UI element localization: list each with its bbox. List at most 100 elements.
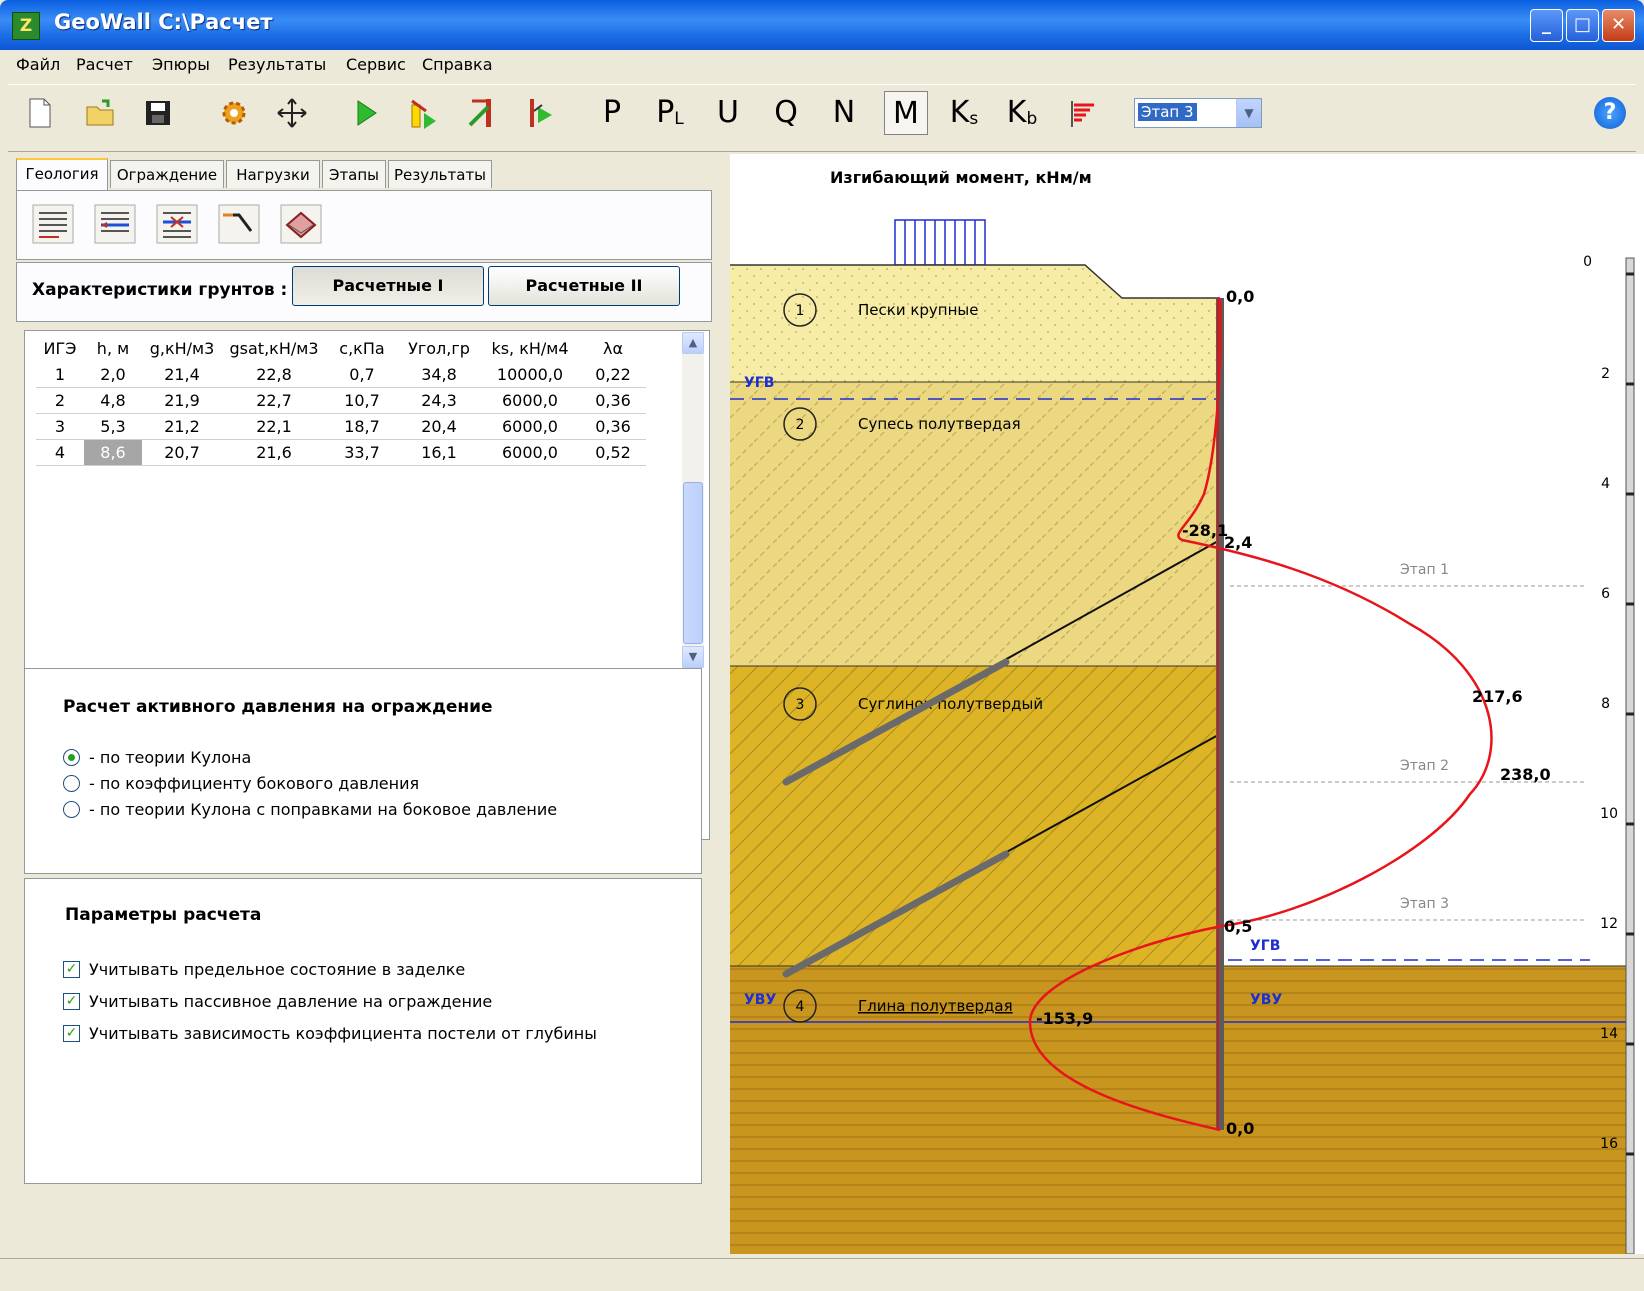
table-row[interactable]: 4 8,6 20,7 21,6 33,7 16,1 6000,0 0,52 — [36, 439, 646, 466]
cell[interactable]: 24,3 — [398, 387, 480, 414]
table-row[interactable]: 1 2,0 21,4 22,8 0,7 34,8 10000,0 0,22 — [36, 362, 646, 388]
col-lambda: λα — [602, 338, 623, 358]
cell[interactable]: 21,2 — [142, 413, 222, 440]
stage-select[interactable]: Этап 3 ▼ — [1134, 98, 1262, 128]
move-button[interactable] — [270, 91, 314, 135]
settings-button[interactable] — [212, 91, 256, 135]
cell[interactable]: 6000,0 — [480, 439, 580, 466]
diagram-pl-button[interactable]: PL — [648, 91, 692, 135]
left-panel: Геология Ограждение Нагрузки Этапы Резул… — [8, 154, 724, 1254]
cell[interactable]: 2,0 — [84, 362, 142, 388]
maximize-button[interactable]: □ — [1566, 9, 1599, 42]
stage-wall-button[interactable] — [518, 91, 562, 135]
cell[interactable]: 6000,0 — [480, 413, 580, 440]
cell[interactable]: 6000,0 — [480, 387, 580, 414]
diagram-chart-button[interactable] — [1062, 91, 1106, 135]
delete-layer-button[interactable] — [155, 203, 199, 245]
cell[interactable]: 21,4 — [142, 362, 222, 388]
cell[interactable]: 10,7 — [326, 387, 398, 414]
cell[interactable]: 20,7 — [142, 439, 222, 466]
new-file-button[interactable] — [18, 91, 62, 135]
cell[interactable]: 0,36 — [580, 387, 646, 414]
scroll-thumb[interactable] — [683, 482, 703, 644]
diagram-kb-sub: b — [1026, 109, 1038, 129]
stage-1-label: Этап 1 — [1400, 562, 1449, 578]
cell[interactable]: 2 — [36, 387, 84, 414]
cell[interactable]: 5,3 — [84, 413, 142, 440]
stage-anchor-button[interactable] — [460, 91, 504, 135]
checkbox-checked-icon[interactable]: ✓ — [63, 961, 80, 978]
radio-off-icon[interactable] — [63, 775, 80, 792]
cell[interactable]: 18,7 — [326, 413, 398, 440]
diagram-m-button[interactable]: M — [884, 91, 928, 135]
table-row[interactable]: 3 5,3 21,2 22,1 18,7 20,4 6000,0 0,36 — [36, 413, 646, 440]
cell[interactable]: 16,1 — [398, 439, 480, 466]
moment-diagram-area[interactable]: Изгибающий момент, кНм/м УГВ УГВ УВУ УВУ… — [730, 154, 1644, 1255]
menu-file[interactable]: Файл — [16, 55, 60, 74]
scroll-up-icon[interactable]: ▲ — [682, 332, 704, 354]
scroll-down-icon[interactable]: ▼ — [682, 646, 704, 668]
moment-label-anchor1-b: 2,4 — [1224, 533, 1252, 552]
cell[interactable]: 10000,0 — [480, 362, 580, 388]
cell[interactable]: 0,36 — [580, 413, 646, 440]
add-layer-below-button[interactable] — [31, 203, 75, 245]
diagram-u-label: U — [717, 95, 739, 130]
help-button[interactable]: ? — [1594, 97, 1626, 129]
tab-geology[interactable]: Геология — [16, 158, 108, 190]
save-button[interactable] — [136, 91, 180, 135]
checkbox-checked-icon[interactable]: ✓ — [63, 993, 80, 1010]
diagram-ks-button[interactable]: Ks — [942, 91, 986, 135]
cell[interactable]: 33,7 — [326, 439, 398, 466]
cell[interactable]: 0,7 — [326, 362, 398, 388]
tab-loads[interactable]: Нагрузки — [226, 160, 320, 188]
table-scrollbar[interactable]: ▲ ▼ — [682, 332, 704, 668]
menu-help[interactable]: Справка — [422, 55, 493, 74]
diagram-n-button[interactable]: N — [822, 91, 866, 135]
diagram-u-button[interactable]: U — [706, 91, 750, 135]
minimize-button[interactable]: _ — [1530, 9, 1563, 42]
cell[interactable]: 4 — [36, 439, 84, 466]
tab-fence[interactable]: Ограждение — [110, 160, 224, 188]
diagram-p-button[interactable]: P — [590, 91, 634, 135]
close-button[interactable]: ✕ — [1602, 9, 1635, 42]
cell[interactable]: 34,8 — [398, 362, 480, 388]
tab-results[interactable]: Результаты — [388, 160, 492, 188]
cell[interactable]: 22,1 — [222, 413, 326, 440]
design-values-2-button[interactable]: Расчетные II — [488, 266, 680, 306]
menu-calc[interactable]: Расчет — [76, 55, 133, 74]
menu-results[interactable]: Результаты — [228, 55, 326, 74]
diagram-q-button[interactable]: Q — [764, 91, 808, 135]
diagram-kb-button[interactable]: Kb — [1000, 91, 1044, 135]
surface-button[interactable] — [217, 203, 261, 245]
radio-off-icon[interactable] — [63, 801, 80, 818]
moment-label-zero-cross: 0,5 — [1224, 917, 1252, 936]
cell[interactable]: 4,8 — [84, 387, 142, 414]
table-row[interactable]: 2 4,8 21,9 22,7 10,7 24,3 6000,0 0,36 — [36, 387, 646, 414]
soil-book-button[interactable] — [279, 203, 323, 245]
menu-service[interactable]: Сервис — [346, 55, 406, 74]
cell[interactable]: 21,6 — [222, 439, 326, 466]
load-button[interactable] — [402, 91, 446, 135]
chevron-down-icon[interactable]: ▼ — [1236, 99, 1261, 127]
open-button[interactable] — [78, 91, 122, 135]
cell[interactable]: 20,4 — [398, 413, 480, 440]
delete-layer-icon — [156, 204, 198, 244]
menu-diagrams[interactable]: Эпюры — [152, 55, 210, 74]
checkbox-checked-icon[interactable]: ✓ — [63, 1025, 80, 1042]
cell[interactable]: 22,7 — [222, 387, 326, 414]
cell[interactable]: 22,8 — [222, 362, 326, 388]
cell-selected[interactable]: 8,6 — [84, 439, 142, 466]
add-layer-above-button[interactable] — [93, 203, 137, 245]
radio-on-icon[interactable] — [63, 749, 80, 766]
cell[interactable]: 3 — [36, 413, 84, 440]
moment-label-bottom: 0,0 — [1226, 1119, 1254, 1138]
tab-stages[interactable]: Этапы — [322, 160, 386, 188]
cell[interactable]: 0,52 — [580, 439, 646, 466]
cell[interactable]: 21,9 — [142, 387, 222, 414]
cell[interactable]: 1 — [36, 362, 84, 388]
radio-coulomb-corrected-label: - по теории Кулона с поправками на боков… — [89, 800, 558, 819]
run-button[interactable] — [344, 91, 388, 135]
design-values-1-button[interactable]: Расчетные I — [292, 266, 484, 306]
col-angle: Угол,гр — [408, 338, 470, 358]
cell[interactable]: 0,22 — [580, 362, 646, 388]
